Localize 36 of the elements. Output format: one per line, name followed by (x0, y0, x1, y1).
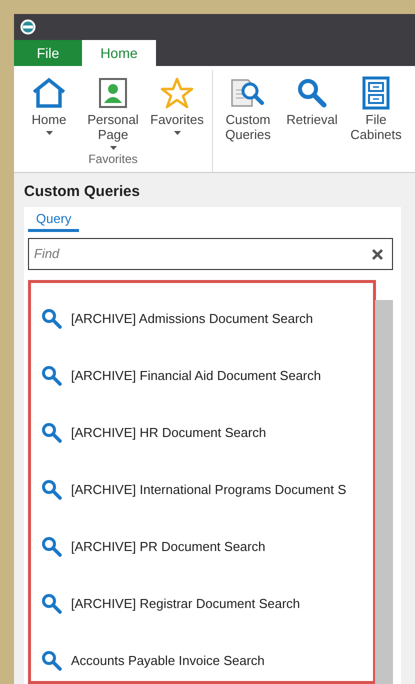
search-icon (295, 76, 329, 110)
search-icon (41, 308, 63, 330)
file-cabinet-icon (362, 76, 390, 110)
query-item[interactable]: Accounts Payable Invoice Search (41, 632, 373, 681)
search-icon (41, 422, 63, 444)
panel-tab[interactable]: Query (28, 209, 80, 232)
star-icon (160, 77, 194, 109)
app-logo-icon (20, 19, 36, 35)
query-item[interactable]: [ARCHIVE] Financial Aid Document Search (41, 348, 373, 404)
ribbon-button[interactable]: Retrieval (281, 70, 343, 142)
search-icon (41, 365, 63, 387)
ribbon-button[interactable]: Favorites (146, 70, 208, 150)
caret-icon (110, 146, 116, 150)
ribbon-tab[interactable]: Home (82, 40, 156, 66)
caret-icon (174, 131, 180, 135)
query-item[interactable]: [ARCHIVE] PR Document Search (41, 518, 373, 576)
ribbon-button[interactable]: Personal Page (82, 70, 144, 150)
query-item[interactable]: [ARCHIVE] Registrar Document Search (41, 576, 373, 632)
query-item[interactable]: [ARCHIVE] HR Document Search (41, 404, 373, 462)
ribbon-button[interactable]: Home (18, 70, 80, 150)
search-icon (41, 593, 63, 615)
clear-icon[interactable] (372, 248, 383, 260)
caret-icon (46, 131, 52, 135)
ribbon-button[interactable]: Custom Queries (217, 70, 279, 142)
ribbon-group-label: Favorites (87, 151, 139, 168)
panel-title: Custom Queries (24, 182, 141, 201)
person-icon (98, 77, 128, 109)
ribbon-button[interactable]: File Cabinets (345, 70, 407, 142)
search-icon (41, 650, 63, 672)
search-field[interactable]: Find (28, 238, 393, 270)
search-icon (41, 479, 63, 501)
house-icon (31, 77, 67, 109)
ribbon-tab[interactable]: File (14, 40, 82, 66)
search-icon (41, 536, 63, 558)
query-item[interactable]: [ARCHIVE] Admissions Document Search (41, 290, 373, 348)
query-item[interactable]: [ARCHIVE] International Programs Document S (41, 462, 373, 518)
